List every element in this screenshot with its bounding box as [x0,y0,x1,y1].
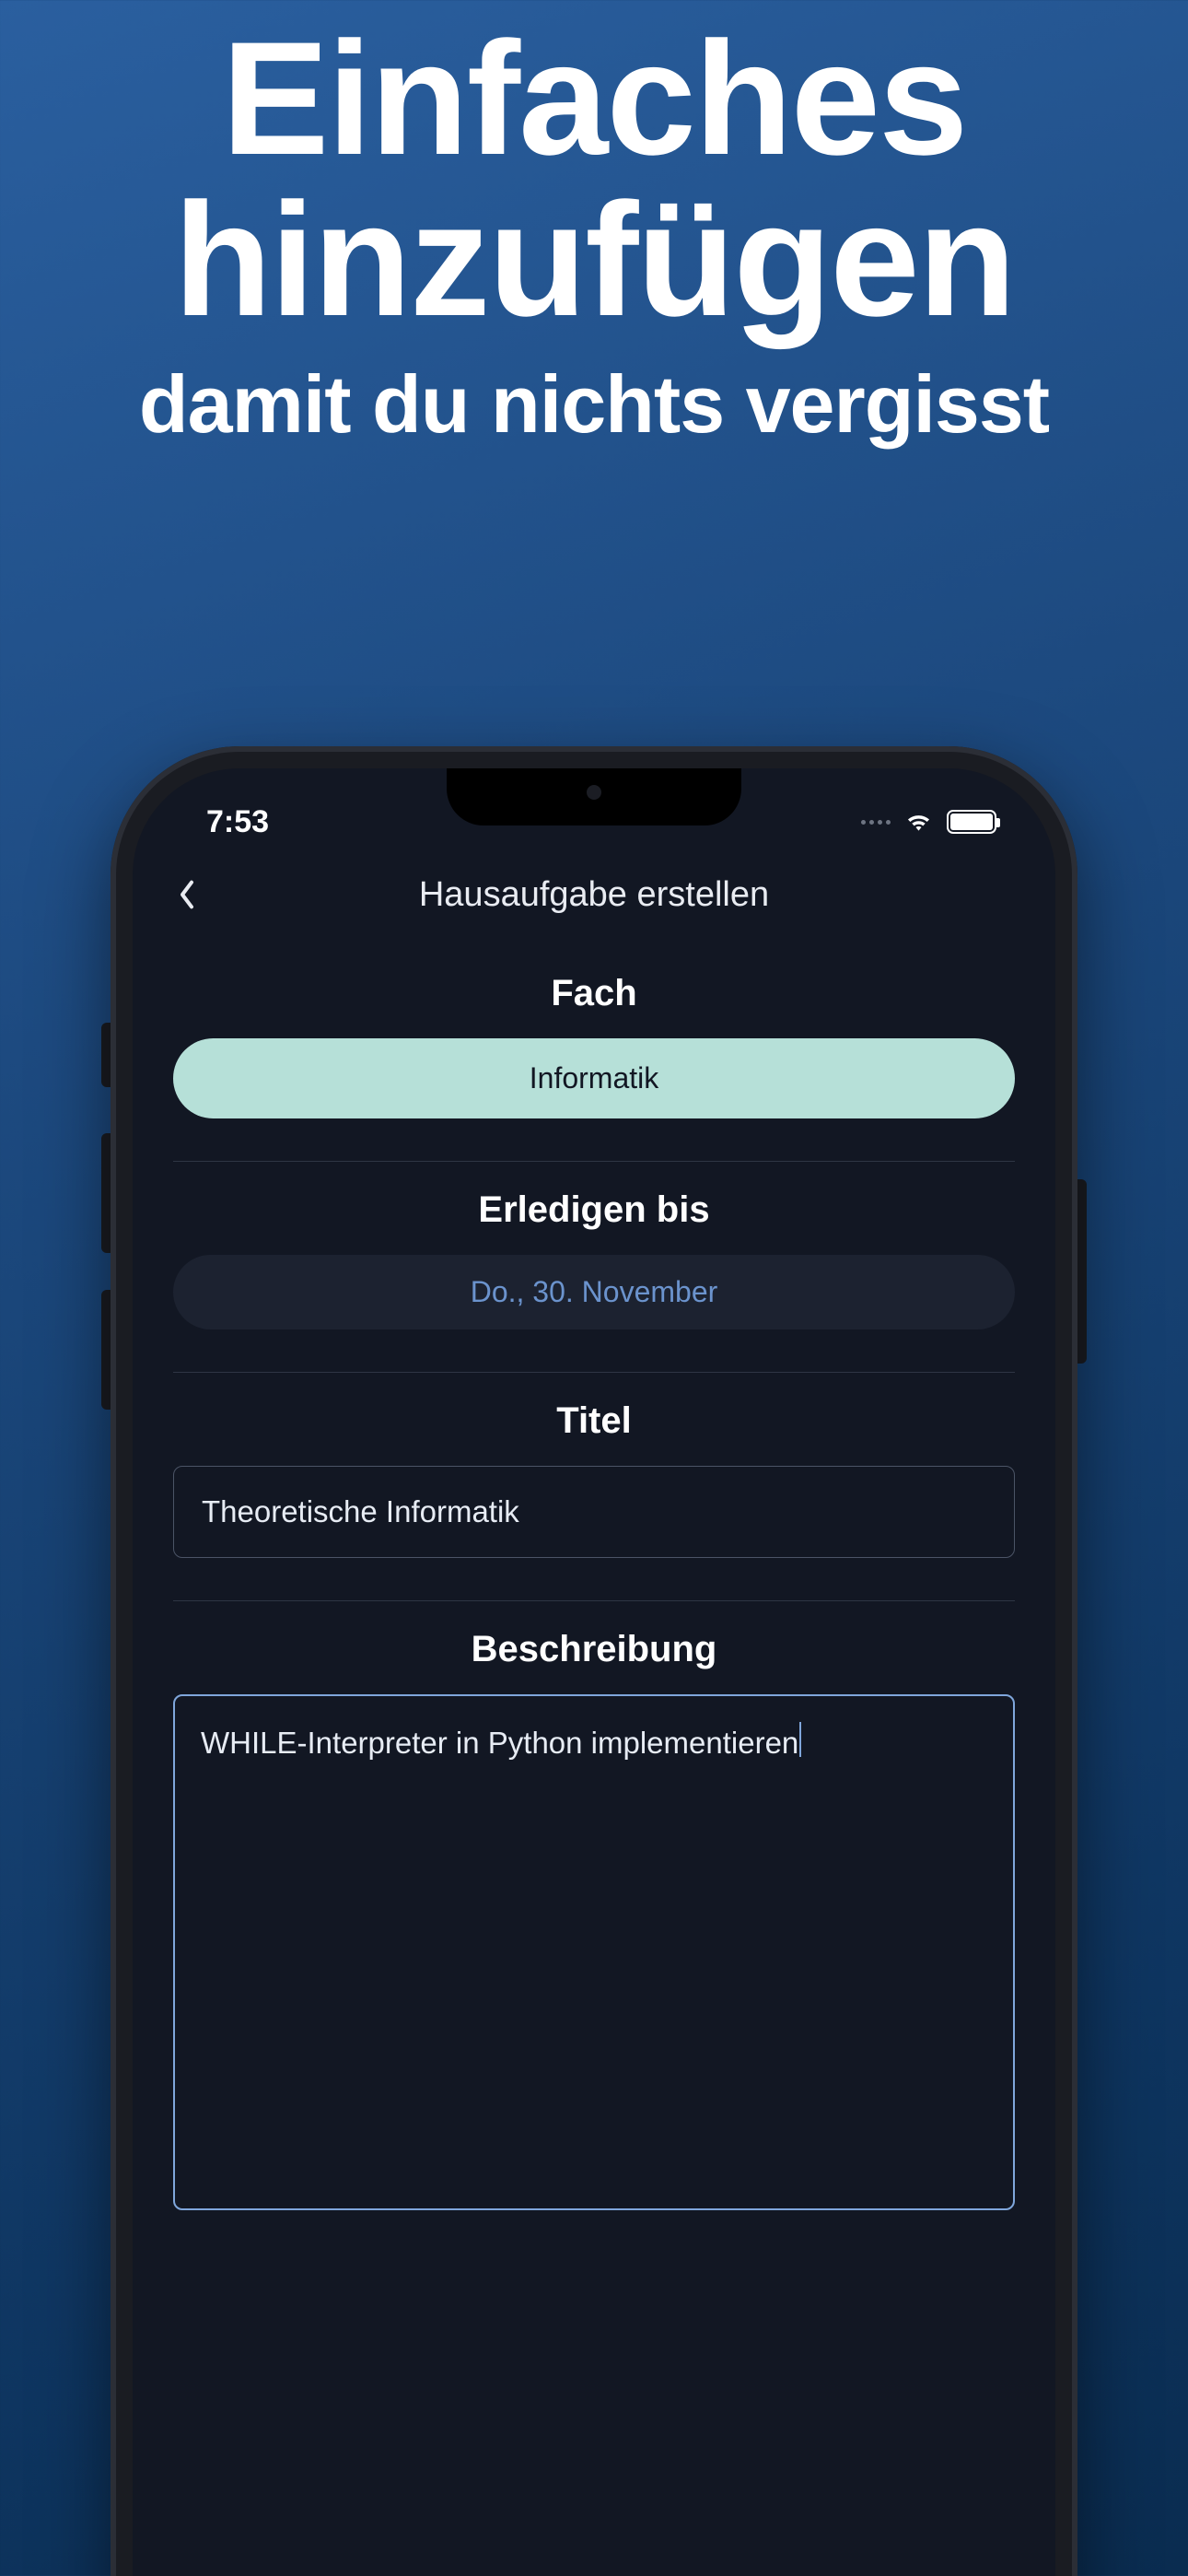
due-section: Erledigen bis Do., 30. November [173,1162,1015,1373]
status-time: 7:53 [206,804,269,840]
phone-side-button [101,1023,111,1087]
form-content: Fach Informatik Erledigen bis Do., 30. N… [133,931,1055,2210]
phone-side-button [1077,1179,1087,1364]
phone-side-button [101,1133,111,1253]
subject-section: Fach Informatik [173,973,1015,1162]
promo-header: Einfaches hinzufügen damit du nichts ver… [0,0,1188,451]
promo-subhead: damit du nichts vergisst [0,357,1188,451]
description-section: Beschreibung WHILE-Interpreter in Python… [173,1601,1015,2210]
title-section: Titel [173,1373,1015,1601]
promo-headline-line2: hinzufügen [0,180,1188,341]
camera-dot-icon [587,785,601,800]
promo-headline-line1: Einfaches [0,18,1188,180]
due-date-chip[interactable]: Do., 30. November [173,1255,1015,1329]
page-title: Hausaufgabe erstellen [419,875,769,915]
cellular-icon [861,820,891,825]
phone-mockup: 7:53 [111,746,1077,2576]
title-label: Titel [173,1400,1015,1442]
description-input[interactable]: WHILE-Interpreter in Python implementier… [173,1694,1015,2210]
back-button[interactable] [166,873,208,916]
wifi-icon [903,811,934,833]
chevron-left-icon [178,879,196,910]
subject-label: Fach [173,973,1015,1014]
phone-side-button [101,1290,111,1410]
phone-notch [447,768,741,825]
description-text: WHILE-Interpreter in Python implementier… [201,1726,798,1760]
description-label: Beschreibung [173,1629,1015,1670]
battery-icon [947,810,996,834]
due-label: Erledigen bis [173,1189,1015,1231]
subject-chip[interactable]: Informatik [173,1038,1015,1118]
title-input[interactable] [173,1466,1015,1558]
text-cursor-icon [799,1722,801,1757]
nav-header: Hausaufgabe erstellen [133,859,1055,931]
